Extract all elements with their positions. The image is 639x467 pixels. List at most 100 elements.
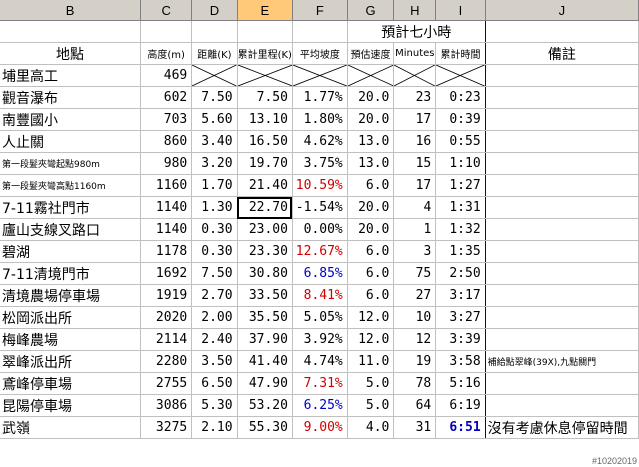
cell-empty[interactable] [292,20,348,43]
cell-speed[interactable]: 11.0 [346,350,395,373]
cell-location[interactable]: 清境農場停車場 [0,284,142,307]
cell-altitude[interactable]: 860 [140,130,193,153]
cell-distance[interactable]: 7.50 [191,86,238,109]
cell-notes[interactable] [485,130,639,153]
cell-distance[interactable]: 2.10 [191,416,238,439]
header-speed[interactable]: 預估速度 [346,42,395,65]
cell-location[interactable]: 第一段髮夾彎起點980m [0,152,142,175]
cell-altitude[interactable]: 2114 [140,328,193,351]
cell-notes[interactable] [485,218,639,241]
cell-minutes[interactable]: 27 [393,284,437,307]
cell-speed[interactable]: 6.0 [346,262,395,285]
cell-distance[interactable]: 2.70 [191,284,238,307]
cell-minutes[interactable]: 31 [393,416,437,439]
cell-speed[interactable]: 5.0 [346,394,395,417]
cell-crossed[interactable] [435,64,486,87]
cell-cumulative[interactable]: 13.10 [237,108,293,131]
group-label-cell[interactable]: 預計七小時 [346,20,486,43]
cell-altitude[interactable]: 3275 [140,416,193,439]
cell-distance[interactable]: 1.30 [191,196,238,219]
cell-cumulative[interactable]: 37.90 [237,328,293,351]
cell-speed[interactable]: 13.0 [346,152,395,175]
cell-speed[interactable]: 6.0 [346,240,395,263]
cell-notes[interactable] [485,64,639,87]
cell-speed[interactable]: 5.0 [346,372,395,395]
cell-minutes[interactable]: 4 [393,196,437,219]
cell-location[interactable]: 翠峰派出所 [0,350,142,373]
cell-location[interactable]: 廬山支線叉路口 [0,218,142,241]
cell-notes[interactable] [485,86,639,109]
cell-minutes[interactable]: 19 [393,350,437,373]
cell-distance[interactable]: 3.40 [191,130,238,153]
cell-altitude[interactable]: 1140 [140,196,193,219]
column-header-g[interactable]: G [347,0,395,21]
cell-notes[interactable] [485,284,639,307]
cell-slope[interactable]: 5.05% [292,306,348,329]
cell-notes[interactable] [485,240,639,263]
header-cumulative[interactable]: 累計里程(K) [237,42,293,65]
cell-altitude[interactable]: 1692 [140,262,193,285]
cell-speed[interactable]: 13.0 [346,130,395,153]
header-distance[interactable]: 距離(K) [191,42,238,65]
cell-minutes[interactable]: 10 [393,306,437,329]
cell-minutes[interactable]: 23 [393,86,437,109]
cell-cum-time[interactable]: 3:17 [435,284,486,307]
cell-speed[interactable]: 20.0 [346,108,395,131]
column-header-d[interactable]: D [191,0,238,21]
cell-minutes[interactable]: 15 [393,152,437,175]
cell-minutes[interactable]: 12 [393,328,437,351]
cell-cumulative[interactable]: 23.00 [237,218,293,241]
cell-cum-time[interactable]: 3:39 [435,328,486,351]
cell-location[interactable]: 第一段髮夾彎高點1160m [0,174,142,197]
cell-distance[interactable]: 0.30 [191,240,238,263]
cell-cum-time[interactable]: 0:55 [435,130,486,153]
cell-cumulative[interactable]: 23.30 [237,240,293,263]
cell-cum-time[interactable]: 1:10 [435,152,486,175]
cell-cumulative[interactable]: 35.50 [237,306,293,329]
cell-slope[interactable]: 0.00% [292,218,348,241]
header-location[interactable]: 地點 [0,42,142,65]
cell-location[interactable]: 碧湖 [0,240,142,263]
column-header-c[interactable]: C [140,0,193,21]
cell-slope[interactable]: 10.59% [292,174,348,197]
cell-notes[interactable] [485,262,639,285]
cell-cumulative[interactable]: 21.40 [237,174,293,197]
cell-notes[interactable] [485,372,639,395]
cell-speed[interactable]: 20.0 [346,218,395,241]
column-header-j[interactable]: J [485,0,639,21]
cell-minutes[interactable]: 17 [393,174,437,197]
cell-cumulative[interactable]: 19.70 [237,152,293,175]
cell-notes[interactable] [485,152,639,175]
cell-distance[interactable]: 2.00 [191,306,238,329]
cell-altitude[interactable]: 1919 [140,284,193,307]
cell-notes[interactable] [485,394,639,417]
cell-slope[interactable]: 12.67% [292,240,348,263]
cell-distance[interactable]: 3.20 [191,152,238,175]
cell-cumulative[interactable]: 16.50 [237,130,293,153]
cell-slope[interactable]: 4.74% [292,350,348,373]
cell-slope[interactable]: 1.77% [292,86,348,109]
cell-distance[interactable]: 2.40 [191,328,238,351]
cell-notes[interactable] [485,174,639,197]
cell-cum-time[interactable]: 3:27 [435,306,486,329]
header-minutes[interactable]: Minutes [393,42,437,65]
cell-location[interactable]: 梅峰農場 [0,328,142,351]
cell-cum-time[interactable]: 6:51 [435,416,486,439]
cell-slope[interactable]: 3.75% [292,152,348,175]
cell-distance[interactable]: 5.60 [191,108,238,131]
cell-location[interactable]: 昆陽停車場 [0,394,142,417]
cell-minutes[interactable]: 3 [393,240,437,263]
cell-slope[interactable]: 1.80% [292,108,348,131]
cell-speed[interactable]: 6.0 [346,284,395,307]
cell-empty[interactable] [237,20,293,43]
cell-speed[interactable]: 20.0 [346,86,395,109]
cell-cum-time[interactable]: 0:23 [435,86,486,109]
cell-notes[interactable]: 補給點翠峰(39X),九點關門 [485,350,639,373]
cell-distance[interactable]: 3.50 [191,350,238,373]
cell-slope[interactable]: 8.41% [292,284,348,307]
cell-altitude[interactable]: 1140 [140,218,193,241]
cell-minutes[interactable]: 64 [393,394,437,417]
cell-distance[interactable]: 1.70 [191,174,238,197]
cell-cumulative[interactable]: 41.40 [237,350,293,373]
cell-cum-time[interactable]: 0:39 [435,108,486,131]
